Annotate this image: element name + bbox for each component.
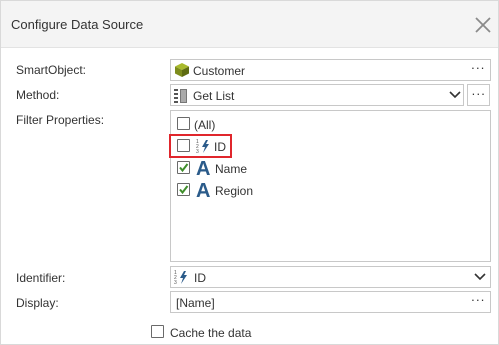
identifier-value: ID <box>194 271 206 285</box>
text-a-icon: A <box>196 158 210 177</box>
chevron-down-icon[interactable] <box>449 91 461 99</box>
cache-label: Cache the data <box>170 326 252 340</box>
smartobject-label: SmartObject: <box>16 63 87 77</box>
identifier-select[interactable]: 1 2 3 ID <box>170 266 491 288</box>
text-a-icon: A <box>196 180 210 199</box>
svg-text:A: A <box>196 158 210 177</box>
smartobject-value: Customer <box>193 64 246 78</box>
filter-properties-label: Filter Properties: <box>16 113 105 127</box>
display-field[interactable]: [Name] ··· <box>170 291 491 313</box>
smartobject-cube-icon <box>175 63 189 77</box>
smartobject-field[interactable]: Customer ··· <box>170 59 491 81</box>
smartobject-browse-button[interactable]: ··· <box>466 60 490 80</box>
method-value: Get List <box>193 89 235 103</box>
dialog-titlebar: Configure Data Source <box>1 1 498 48</box>
filter-all-checkbox[interactable] <box>177 117 190 130</box>
display-label: Display: <box>16 296 59 310</box>
checkmark-icon <box>179 163 189 173</box>
highlight-box <box>169 134 232 158</box>
checkmark-icon <box>179 185 189 195</box>
autonumber-icon: 1 2 3 <box>174 270 187 285</box>
chevron-down-icon[interactable] <box>474 273 486 281</box>
method-more-button[interactable]: ··· <box>467 84 490 106</box>
filter-region-label: Region <box>215 184 254 198</box>
filter-region-checkbox[interactable] <box>177 183 190 196</box>
method-label: Method: <box>16 88 60 102</box>
list-method-icon <box>174 89 187 103</box>
method-select[interactable]: Get List <box>170 84 464 106</box>
close-icon[interactable] <box>471 13 495 37</box>
display-browse-button[interactable]: ··· <box>466 292 490 312</box>
configure-data-source-dialog: Configure Data Source SmartObject: Custo… <box>0 0 499 345</box>
svg-text:A: A <box>196 180 210 199</box>
display-value: [Name] <box>176 296 215 310</box>
filter-all-label: (All) <box>194 118 216 132</box>
filter-name-label: Name <box>215 162 248 176</box>
cache-checkbox[interactable] <box>151 325 164 338</box>
identifier-label: Identifier: <box>16 271 66 285</box>
filter-name-checkbox[interactable] <box>177 161 190 174</box>
svg-text:3: 3 <box>174 280 177 285</box>
dialog-title: Configure Data Source <box>11 17 144 32</box>
